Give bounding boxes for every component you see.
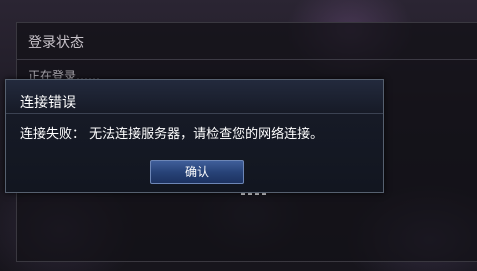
dialog-message: 连接失败： 无法连接服务器，请检查您的网络连接。 <box>20 127 324 142</box>
dialog-title: 连接错误 <box>20 95 76 111</box>
login-panel-divider <box>17 59 477 60</box>
connection-error-dialog: 连接错误 连接失败： 无法连接服务器，请检查您的网络连接。 确认 <box>5 79 384 193</box>
confirm-button[interactable]: 确认 <box>150 160 244 184</box>
dialog-divider <box>6 113 383 114</box>
login-status-title: 登录状态 <box>28 35 84 51</box>
